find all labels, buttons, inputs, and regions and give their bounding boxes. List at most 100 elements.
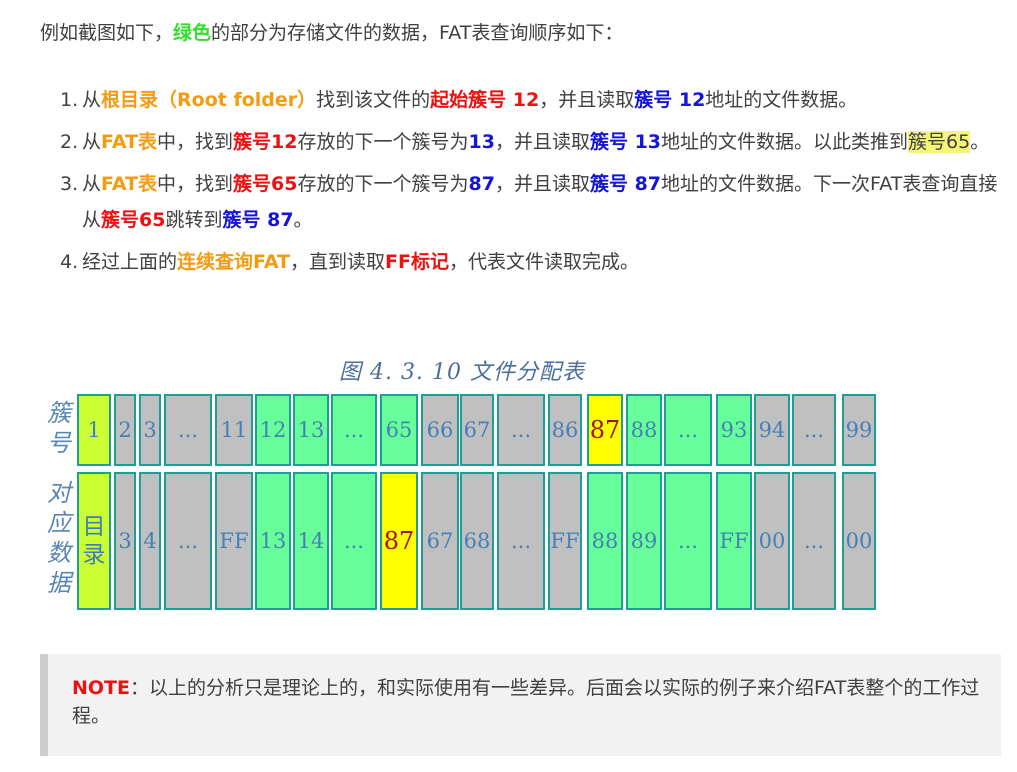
- row-label-data: 对应数据: [42, 478, 76, 598]
- step-text: 从: [82, 173, 102, 195]
- step-text: 簇号 87: [222, 209, 294, 231]
- step-text: FAT表: [101, 173, 158, 195]
- step-text: 。: [293, 209, 313, 231]
- step-text: 存放的下一个簇号为: [297, 131, 469, 153]
- intro-text-after: 的部分为存储文件的数据，FAT表查询顺序如下：: [211, 22, 624, 44]
- step-text: 连续查询FAT: [177, 251, 291, 273]
- step-text: ，并且读取: [494, 173, 590, 195]
- cluster-number-cell: ...: [664, 394, 712, 466]
- step-text: 簇号 13: [589, 131, 662, 153]
- cluster-number-cell: 2: [114, 394, 136, 466]
- step-text: 13: [468, 131, 495, 153]
- cluster-data-cell: ...: [331, 472, 377, 610]
- cluster-data-cell: ...: [497, 472, 545, 610]
- step-text: 起始簇号 12: [430, 89, 540, 111]
- cluster-number-cell: ...: [331, 394, 377, 466]
- cluster-data-cell: 89: [626, 472, 662, 610]
- cluster-data-cell: FF: [716, 472, 752, 610]
- step-item: 3. 从FAT表中，找到簇号65存放的下一个簇号为87，并且读取簇号 87地址的文…: [60, 166, 1010, 238]
- row-label-char: 对: [47, 479, 71, 507]
- step-text: ，代表文件读取完成。: [449, 251, 640, 273]
- cluster-number-cell: 93: [716, 394, 752, 466]
- step-text: 中，找到: [157, 173, 234, 195]
- cluster-number-cell: ...: [497, 394, 545, 466]
- cluster-data-cell: 14: [293, 472, 329, 610]
- cluster-number-cell: 88: [626, 394, 662, 466]
- cluster-number-cell: 66: [421, 394, 459, 466]
- step-text: 根目录（Root folder）: [101, 89, 317, 111]
- note-box: NOTE：以上的分析只是理论上的，和实际使用有一些差异。后面会以实际的例子来介绍…: [40, 654, 1001, 756]
- figure-caption: 图 4. 3. 10 文件分配表: [339, 360, 585, 385]
- root-directory-char: 目: [82, 514, 106, 540]
- row-label-char: 数: [47, 539, 71, 567]
- steps-list: 1. 从根目录（Root folder）找到该文件的起始簇号 12，并且读取簇号 …: [60, 82, 1010, 280]
- step-text: 地址的文件数据。以此类推到: [661, 131, 909, 153]
- cluster-number-cell: 94: [754, 394, 790, 466]
- step-text: 87: [468, 173, 495, 195]
- step-text: 簇号12: [233, 131, 298, 153]
- cluster-number-cell: 67: [460, 394, 494, 466]
- row-label-char: 据: [47, 569, 71, 597]
- cluster-data-cell: 67: [421, 472, 459, 610]
- step-item: 1. 从根目录（Root folder）找到该文件的起始簇号 12，并且读取簇号 …: [60, 82, 1010, 118]
- step-text: 中，找到: [157, 131, 234, 153]
- cluster-data-cell: FF: [215, 472, 253, 610]
- step-text: 簇号 12: [634, 89, 706, 111]
- step-text: 地址的文件数据。: [705, 89, 858, 111]
- row-label-char: 号: [47, 429, 71, 457]
- intro-green-word: 绿色: [173, 22, 212, 44]
- step-text: FF标记: [385, 251, 449, 273]
- note-text: ：以上的分析只是理论上的，和实际使用有一些差异。后面会以实际的例子来介绍FAT表…: [72, 677, 980, 727]
- intro-text-before: 例如截图如下，: [40, 22, 174, 44]
- cluster-number-cell: 86: [548, 394, 582, 466]
- step-text: ，并且读取: [539, 89, 635, 111]
- intro-paragraph: 例如截图如下，绿色的部分为存储文件的数据，FAT表查询顺序如下：: [40, 20, 623, 46]
- cluster-data-cell: 4: [139, 472, 161, 610]
- cluster-data-cell: ...: [792, 472, 836, 610]
- row-label-char: 应: [47, 509, 71, 537]
- cluster-data-cell: 68: [460, 472, 494, 610]
- cluster-number-cell: 99: [842, 394, 876, 466]
- step-text: 跳转到: [165, 209, 223, 231]
- cluster-number-cell: 13: [293, 394, 329, 466]
- cluster-number-cell: 12: [255, 394, 291, 466]
- step-text: FAT表: [101, 131, 158, 153]
- step-text: 。: [970, 131, 990, 153]
- step-text: 簇号65: [908, 131, 971, 153]
- step-text: 簇号65: [101, 209, 166, 231]
- step-text: ，并且读取: [494, 131, 590, 153]
- root-directory-cell: 目录: [77, 472, 111, 610]
- cluster-data-cell: 88: [587, 472, 623, 610]
- step-number: 2.: [60, 131, 79, 153]
- cluster-data-cell: 13: [255, 472, 291, 610]
- cluster-number-cell: 65: [380, 394, 418, 466]
- cluster-number-cell: 87: [587, 394, 623, 466]
- root-directory-char: 录: [82, 542, 106, 568]
- cluster-data-cell: 00: [842, 472, 876, 610]
- cluster-data-cell: 87: [380, 472, 418, 610]
- step-item: 2. 从FAT表中，找到簇号12存放的下一个簇号为13，并且读取簇号 13地址的文…: [60, 124, 1010, 160]
- step-text: 簇号65: [233, 173, 298, 195]
- cluster-data-cell: ...: [664, 472, 712, 610]
- step-item: 4. 经过上面的连续查询FAT，直到读取FF标记，代表文件读取完成。: [60, 244, 1010, 280]
- step-text: 存放的下一个簇号为: [297, 173, 469, 195]
- step-number: 1.: [60, 89, 79, 111]
- step-text: 簇号 87: [589, 173, 662, 195]
- step-text: 从: [82, 89, 102, 111]
- cluster-number-cell: 11: [215, 394, 253, 466]
- cluster-data-cell: 00: [754, 472, 790, 610]
- cluster-data-cell: 3: [114, 472, 136, 610]
- step-text: 从: [82, 131, 102, 153]
- step-number: 3.: [60, 173, 79, 195]
- step-text: 找到该文件的: [316, 89, 431, 111]
- cluster-number-cell: ...: [164, 394, 212, 466]
- row-label-cluster-number: 簇号: [42, 398, 76, 458]
- cluster-data-cell: ...: [164, 472, 212, 610]
- step-text: ，直到读取: [290, 251, 386, 273]
- cluster-number-cell: 1: [77, 394, 111, 466]
- cluster-number-cell: 3: [139, 394, 161, 466]
- note-label: NOTE: [72, 677, 130, 699]
- step-number: 4.: [60, 251, 79, 273]
- cluster-data-cell: FF: [548, 472, 582, 610]
- step-text: 经过上面的: [82, 251, 178, 273]
